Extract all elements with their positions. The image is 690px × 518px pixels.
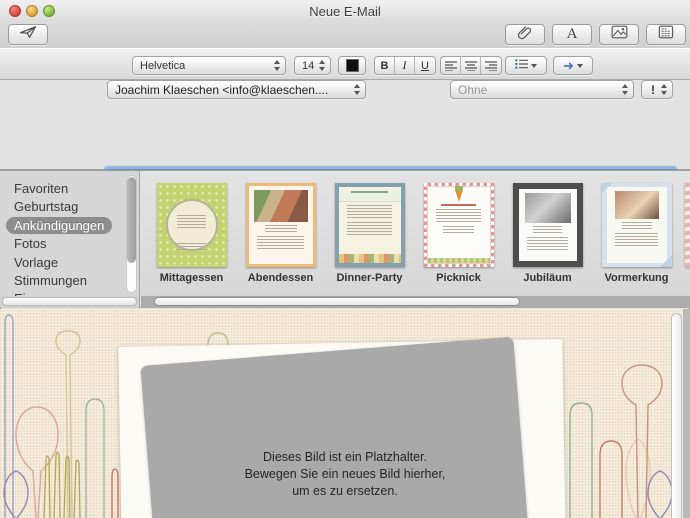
chevron-down-icon: [577, 64, 583, 68]
message-body[interactable]: Dieses Bild ist ein Platzhalter. Bewegen…: [0, 309, 690, 518]
font-family-value: Helvetica: [140, 60, 185, 72]
template-thumbnail[interactable]: [157, 183, 227, 267]
template-name: Abendessen: [236, 272, 325, 284]
template-abendessen[interactable]: Abendessen: [236, 183, 325, 297]
compose-window: Neue E-Mail A Helveti: [0, 0, 690, 518]
photo-browser-button[interactable]: [599, 24, 639, 45]
template-name: Picknick: [414, 272, 503, 284]
stepper-icon: [318, 59, 327, 72]
placeholder-text: Dieses Bild ist ein Platzhalter. Bewegen…: [170, 449, 520, 500]
sidebar-item-fotos[interactable]: Fotos: [14, 236, 139, 254]
window-edge: [683, 309, 690, 518]
template-vormerkung[interactable]: Vormerkung: [592, 183, 681, 297]
italic-button[interactable]: I: [395, 57, 415, 74]
font-size-value: 14: [302, 60, 314, 72]
template-dinner-party[interactable]: Dinner-Party: [325, 183, 414, 297]
photo-icon: [611, 25, 628, 44]
from-popup[interactable]: Joachim Klaeschen <info@klaeschen....: [107, 80, 366, 99]
title-bar: Neue E-Mail: [0, 0, 690, 22]
style-segmented-control: B I U: [374, 56, 436, 75]
window-title: Neue E-Mail: [0, 4, 690, 19]
templates-hscrollbar[interactable]: [141, 296, 690, 308]
stationery-icon: [658, 25, 674, 44]
template-name: Jubiläum: [503, 272, 592, 284]
text-color-well[interactable]: [338, 56, 366, 75]
color-swatch-icon: [346, 59, 359, 72]
align-center-button[interactable]: [461, 57, 481, 74]
stepper-icon: [621, 83, 630, 96]
align-left-button[interactable]: [441, 57, 461, 74]
template-thumbnail[interactable]: [602, 183, 672, 267]
body-scrollbar-thumb[interactable]: [671, 313, 682, 518]
template-strip: Mittagessen Abendessen Dinner-Party Pick…: [141, 171, 690, 297]
alignment-segmented-control: [440, 56, 502, 75]
template-picknick[interactable]: Picknick: [414, 183, 503, 297]
placeholder-line: Bewegen Sie ein neues Bild hierher,: [170, 466, 520, 483]
template-thumbnail[interactable]: [513, 183, 583, 267]
format-bar: Helvetica 14 B I U ➜: [0, 48, 690, 80]
toolbar: A: [0, 22, 690, 48]
sidebar-item-ankuendigungen[interactable]: Ankündigungen: [14, 218, 139, 236]
signature-popup[interactable]: Ohne: [450, 80, 634, 99]
font-family-popup[interactable]: Helvetica: [132, 56, 286, 75]
template-partial-next[interactable]: [685, 183, 690, 267]
indent-popup[interactable]: ➜: [553, 56, 593, 75]
stationery-browser: Favoriten Geburtstag Ankündigungen Fotos…: [0, 170, 690, 296]
bold-button[interactable]: B: [375, 57, 395, 74]
sidebar-hscrollbar-thumb[interactable]: [2, 297, 137, 306]
template-mittagessen[interactable]: Mittagessen: [147, 183, 236, 297]
stationery-button[interactable]: [646, 24, 686, 45]
send-button[interactable]: [8, 24, 48, 45]
sidebar-hscrollbar[interactable]: [0, 296, 140, 308]
sidebar-item-vorlage[interactable]: Vorlage: [14, 255, 139, 273]
priority-glyph: !: [651, 83, 655, 97]
underline-button[interactable]: U: [415, 57, 435, 74]
signature-value: Ohne: [458, 83, 487, 97]
paper-plane-icon: [19, 25, 37, 44]
template-jubilaeum[interactable]: Jubiläum: [503, 183, 592, 297]
template-thumbnail[interactable]: [335, 183, 405, 267]
template-name: Mittagessen: [147, 272, 236, 284]
indent-arrow-icon: ➜: [563, 59, 574, 72]
template-thumbnail[interactable]: [424, 183, 494, 267]
list-style-popup[interactable]: [505, 56, 547, 75]
attach-button[interactable]: [505, 24, 545, 45]
align-right-button[interactable]: [481, 57, 501, 74]
font-size-popup[interactable]: 14: [294, 56, 331, 75]
paperclip-icon: [517, 25, 533, 45]
fonts-button[interactable]: A: [552, 24, 592, 45]
header-fields: An: + Betreff: ≡ Von: Joachim Klaeschen …: [0, 80, 690, 170]
sidebar-item-geburtstag[interactable]: Geburtstag: [14, 199, 139, 217]
template-name: Vormerkung: [592, 272, 681, 284]
priority-popup[interactable]: !: [641, 80, 673, 99]
sidebar-scrollbar[interactable]: [126, 175, 137, 293]
sidebar-item-stimmungen[interactable]: Stimmungen: [14, 273, 139, 291]
sidebar-scrollbar-thumb[interactable]: [127, 177, 136, 263]
stepper-icon: [273, 59, 282, 72]
from-value: Joachim Klaeschen <info@klaeschen....: [115, 83, 328, 97]
sidebar-item-favoriten[interactable]: Favoriten: [14, 181, 139, 199]
stepper-icon: [353, 83, 362, 96]
stepper-icon: [660, 83, 669, 96]
browser-scroll-strip: [0, 296, 690, 308]
template-thumbnail[interactable]: [246, 183, 316, 267]
placeholder-line: um es zu ersetzen.: [170, 483, 520, 500]
chevron-down-icon: [531, 64, 537, 68]
bullet-list-icon: [515, 59, 528, 72]
template-name: Dinner-Party: [325, 272, 414, 284]
letter-A-icon: A: [567, 26, 578, 43]
category-sidebar: Favoriten Geburtstag Ankündigungen Fotos…: [0, 171, 140, 297]
placeholder-line: Dieses Bild ist ein Platzhalter.: [170, 449, 520, 466]
templates-hscrollbar-thumb[interactable]: [154, 297, 520, 306]
